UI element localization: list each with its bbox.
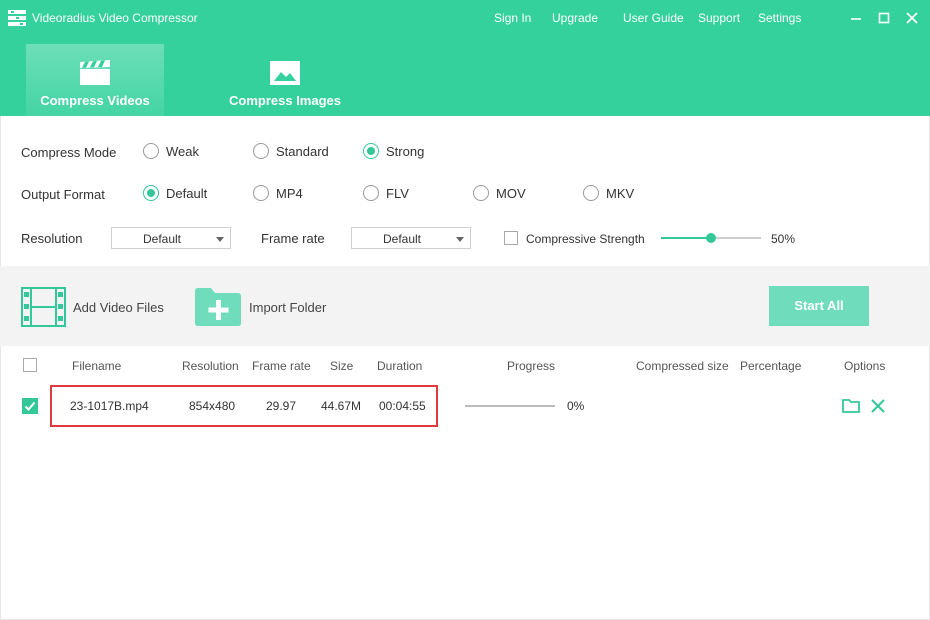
radio-format-flv[interactable] <box>363 185 379 201</box>
strength-value: 50% <box>771 232 796 246</box>
frame-rate-select-value: Default <box>382 232 422 246</box>
col-percentage: Percentage <box>740 359 802 373</box>
radio-format-default-label: Default <box>166 186 208 201</box>
image-icon <box>270 61 300 85</box>
col-progress: Progress <box>507 359 556 373</box>
frame-rate-select[interactable]: Default <box>351 227 471 249</box>
tab-compress-images[interactable]: Compress Images <box>216 44 354 116</box>
resolution-select[interactable]: Default <box>111 227 231 249</box>
radio-standard[interactable] <box>253 143 269 159</box>
clapperboard-icon <box>80 60 110 85</box>
chevron-down-icon <box>456 237 464 242</box>
radio-format-mkv[interactable] <box>583 185 599 201</box>
app-logo-icon <box>8 10 26 26</box>
sign-in-link[interactable]: Sign In <box>494 10 531 26</box>
row-resolution: 854x480 <box>189 399 236 413</box>
row-progress-text: 0% <box>567 399 585 413</box>
settings-link[interactable]: Settings <box>758 10 801 26</box>
tab-compress-images-label: Compress Images <box>229 93 341 108</box>
upgrade-link[interactable]: Upgrade <box>552 10 598 26</box>
support-link[interactable]: Support <box>698 10 740 26</box>
col-compressed-size: Compressed size <box>636 359 729 373</box>
user-guide-link[interactable]: User Guide <box>623 10 684 26</box>
radio-format-mkv-label: MKV <box>606 186 635 201</box>
radio-format-mp4[interactable] <box>253 185 269 201</box>
radio-format-mov-label: MOV <box>496 186 526 201</box>
tab-compress-videos[interactable]: Compress Videos <box>26 44 164 116</box>
add-video-files-button[interactable]: Add Video Files <box>73 300 164 316</box>
row-duration: 00:04:55 <box>379 399 426 413</box>
compressive-strength-label: Compressive Strength <box>526 232 645 246</box>
col-resolution: Resolution <box>182 359 239 373</box>
radio-format-mp4-label: MP4 <box>276 186 303 201</box>
resolution-label: Resolution <box>21 231 83 246</box>
app-title: Videoradius Video Compressor <box>32 11 198 25</box>
add-video-files-icon[interactable] <box>21 287 66 327</box>
maximize-icon[interactable] <box>876 9 892 27</box>
col-frame-rate: Frame rate <box>252 359 311 373</box>
radio-strong[interactable] <box>363 143 379 159</box>
col-size: Size <box>330 359 354 373</box>
minimize-icon[interactable] <box>848 9 864 27</box>
row-size: 44.67M <box>321 399 362 413</box>
row-filename: 23-1017B.mp4 <box>70 399 149 413</box>
row-progress-bar <box>465 405 555 407</box>
import-folder-button[interactable]: Import Folder <box>249 300 326 316</box>
resolution-select-value: Default <box>142 232 182 246</box>
tab-compress-videos-label: Compress Videos <box>40 93 150 108</box>
col-options: Options <box>844 359 886 373</box>
check-icon <box>24 401 36 411</box>
radio-format-flv-label: FLV <box>386 186 409 201</box>
chevron-down-icon <box>216 237 224 242</box>
output-format-label: Output Format <box>21 187 105 202</box>
col-duration: Duration <box>377 359 423 373</box>
row-frame-rate: 29.97 <box>266 399 297 413</box>
radio-standard-label: Standard <box>276 144 329 159</box>
strength-slider-thumb[interactable] <box>706 233 716 243</box>
import-folder-icon[interactable] <box>195 288 241 326</box>
radio-weak-label: Weak <box>166 144 199 159</box>
radio-format-mov[interactable] <box>473 185 489 201</box>
radio-strong-label: Strong <box>386 144 425 159</box>
start-all-button[interactable]: Start All <box>769 286 869 326</box>
select-all-checkbox[interactable] <box>23 358 37 372</box>
strength-slider-fill <box>661 237 711 239</box>
col-filename: Filename <box>72 359 122 373</box>
remove-row-icon[interactable] <box>871 399 885 413</box>
compress-mode-label: Compress Mode <box>21 145 117 160</box>
radio-format-default[interactable] <box>143 185 159 201</box>
row-checkbox[interactable] <box>22 398 38 414</box>
frame-rate-label: Frame rate <box>261 231 325 246</box>
open-folder-icon[interactable] <box>842 398 860 413</box>
compressive-strength-checkbox[interactable] <box>504 231 518 245</box>
radio-weak[interactable] <box>143 143 159 159</box>
close-window-icon[interactable] <box>904 9 920 27</box>
